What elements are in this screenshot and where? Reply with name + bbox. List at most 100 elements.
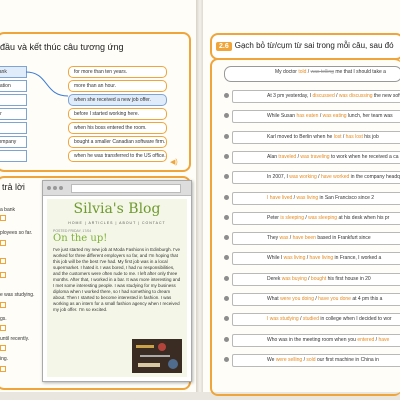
browser-address-bar — [71, 184, 181, 193]
sentence-row[interactable]: In 2007, I was working / have worked in … — [232, 171, 400, 185]
sentence-row[interactable]: I was studying / studied in college when… — [232, 313, 400, 327]
sentence-text-end: in France, I worked a — [333, 255, 382, 262]
answer-checkbox-2[interactable] — [0, 240, 6, 246]
sentence-row[interactable]: Karl moved to Berlin when he lost / has … — [232, 130, 400, 144]
sentence-row[interactable]: We were selling / sold our first machine… — [232, 353, 400, 367]
sentence-choice-1[interactable]: was buying — [282, 276, 307, 282]
exercise-number: 2.6 — [216, 42, 232, 51]
sentence-text-end: his first house in 20 — [326, 275, 371, 282]
answer-checkbox-7[interactable] — [0, 345, 6, 351]
answer-checkbox-4[interactable] — [0, 272, 6, 278]
sentence-choice-2[interactable]: have worked — [321, 174, 349, 180]
sentence-row[interactable]: While I was living / have living in Fran… — [232, 252, 400, 266]
answer-10: ing. — [0, 356, 9, 362]
blog-title: Silvia's Blog — [73, 201, 161, 217]
speaker-icon[interactable]: ◀) — [170, 158, 178, 166]
sentence-row[interactable]: While Susan has eaten / was eating lunch… — [232, 110, 400, 124]
sentence-choice-2[interactable]: was sleeping — [308, 215, 337, 221]
match-option-6[interactable]: bought a smaller Canadian software firm. — [68, 136, 167, 148]
sentence-choice-2[interactable]: was eating — [323, 113, 347, 119]
match-option-5[interactable]: when his boss entered the room. — [68, 122, 167, 134]
match-item-5[interactable] — [0, 122, 27, 134]
sentence-choice-1[interactable]: has eaten — [296, 113, 318, 119]
sentence-text: Karl moved to Berlin when he — [267, 133, 334, 140]
sentence-text-end: in the company headq — [349, 174, 400, 181]
sentence-text-end: his job — [362, 133, 379, 140]
sentence-text: What — [267, 296, 281, 302]
answer-checkbox-5[interactable] — [0, 302, 6, 308]
sentence-choice-1[interactable]: discussed — [312, 93, 334, 99]
sentence-row[interactable]: Who was in the meeting room when you ent… — [232, 333, 400, 347]
bullet-icon — [224, 356, 229, 362]
answer-checkbox-6[interactable] — [0, 325, 6, 331]
sentence-choice-2[interactable]: have been — [293, 235, 316, 241]
answer-checkbox-8[interactable] — [0, 366, 6, 372]
sentence-choice-1[interactable]: was living — [284, 255, 306, 261]
sentence-choice-1[interactable]: I have lived — [267, 195, 292, 201]
answer-checkbox-3[interactable] — [0, 258, 6, 264]
blog-post-text: I've just started my new job at Moda Fas… — [53, 247, 181, 312]
sentence-choice-1[interactable]: is sleeping — [280, 215, 304, 221]
answer-checkbox-1[interactable] — [0, 215, 6, 221]
sentence-choice-1[interactable]: entered — [357, 337, 374, 343]
sentence-choice-1[interactable]: I was studying — [267, 316, 299, 322]
answer-8: gs. — [0, 316, 7, 322]
sentence-choice-2[interactable]: was traveling — [300, 154, 329, 160]
match-option-4[interactable]: before I started working here. — [68, 108, 167, 120]
match-item-4[interactable]: for — [0, 108, 27, 120]
match-option-3[interactable]: when she received a new job offer. — [68, 94, 167, 106]
match-option-2[interactable]: more than an hour. — [68, 80, 167, 92]
match-item-6[interactable]: company — [0, 136, 27, 148]
sentence-row[interactable]: I have lived / was living in San Francis… — [232, 191, 400, 205]
blog-nav: HOME | ARTICLES | ABOUT | CONTACT — [68, 221, 166, 225]
bullet-icon — [224, 296, 229, 301]
sentence-row[interactable]: Alan traveled / was traveling to work wh… — [232, 150, 400, 164]
sentence-choice-2[interactable]: sold — [306, 357, 315, 363]
sentence-choice-2[interactable]: have you done — [318, 296, 351, 302]
sentence-row[interactable]: At 3 pm yesterday, I discussed / was dis… — [232, 90, 400, 103]
sentence-choice-2[interactable]: have living — [310, 255, 334, 261]
match-item-3[interactable] — [0, 94, 27, 106]
example-choice-2: was telling — [310, 69, 334, 75]
sentence-choice-1[interactable]: were you doing — [280, 296, 314, 302]
sentence-choice-2[interactable]: have — [378, 337, 389, 343]
bullet-icon — [224, 336, 229, 342]
sentence-choice-2[interactable]: was discussing — [339, 93, 373, 99]
sentence-text: Peter — [267, 214, 281, 221]
bullet-icon — [224, 214, 229, 220]
example-text-d: me that I should take a — [333, 69, 386, 75]
match-option-1[interactable]: for more than ten years. — [68, 66, 167, 78]
sentence-text-end: to work when he received a ca — [329, 153, 399, 160]
matching-exercise-title: đầu và kết thúc câu tương ứng — [0, 42, 124, 52]
match-item-7[interactable] — [0, 150, 27, 162]
sentence-row[interactable]: Peter is sleeping / was sleeping at his … — [232, 211, 400, 225]
sentence-choice-2[interactable]: was living — [296, 195, 318, 201]
sentence-choice-1[interactable]: were selling — [276, 357, 302, 363]
bullet-icon — [224, 275, 229, 281]
sentence-choice-1[interactable]: was working — [289, 174, 317, 180]
match-option-7[interactable]: when he was transferred to the US office… — [68, 150, 167, 162]
sentence-choice-2[interactable]: studied — [303, 316, 319, 322]
bullet-icon — [224, 133, 229, 139]
textbook-spread: đầu và kết thúc câu tương ứng bank stati… — [0, 0, 400, 400]
sentence-choice-1[interactable]: traveled — [278, 154, 296, 160]
browser-minimize-icon — [53, 186, 57, 190]
answer-3: ployees so far. — [0, 230, 33, 236]
sentence-choice-2[interactable]: has lost — [346, 134, 363, 140]
sentence-text-end: at his desk when his pr — [337, 214, 390, 221]
sentence-text: Derek — [267, 275, 282, 282]
sentence-text: In 2007, I — [267, 174, 290, 181]
blog-browser-window: Silvia's Blog HOME | ARTICLES | ABOUT | … — [42, 180, 192, 382]
sentence-row[interactable]: Derek was buying / bought his first hous… — [232, 272, 400, 286]
exercise-title-text: Gạch bỏ từ/cụm từ sai trong mỗi câu, sau… — [234, 41, 394, 50]
example-text-a: My doctor — [275, 69, 299, 75]
sentence-row[interactable]: They was / have been based in Frankfurt … — [232, 232, 400, 246]
match-item-2[interactable]: station — [0, 80, 27, 92]
sentence-text-end: at 4 pm this a — [350, 296, 383, 302]
answer-6: e was studying. — [0, 292, 35, 298]
browser-close-icon — [47, 186, 51, 190]
sentence-row[interactable]: What were you doing / have you done at 4… — [232, 293, 400, 306]
match-item-1[interactable]: bank — [0, 66, 27, 78]
sentence-choice-2[interactable]: bought — [311, 276, 326, 282]
sentence-text: They — [267, 235, 280, 242]
